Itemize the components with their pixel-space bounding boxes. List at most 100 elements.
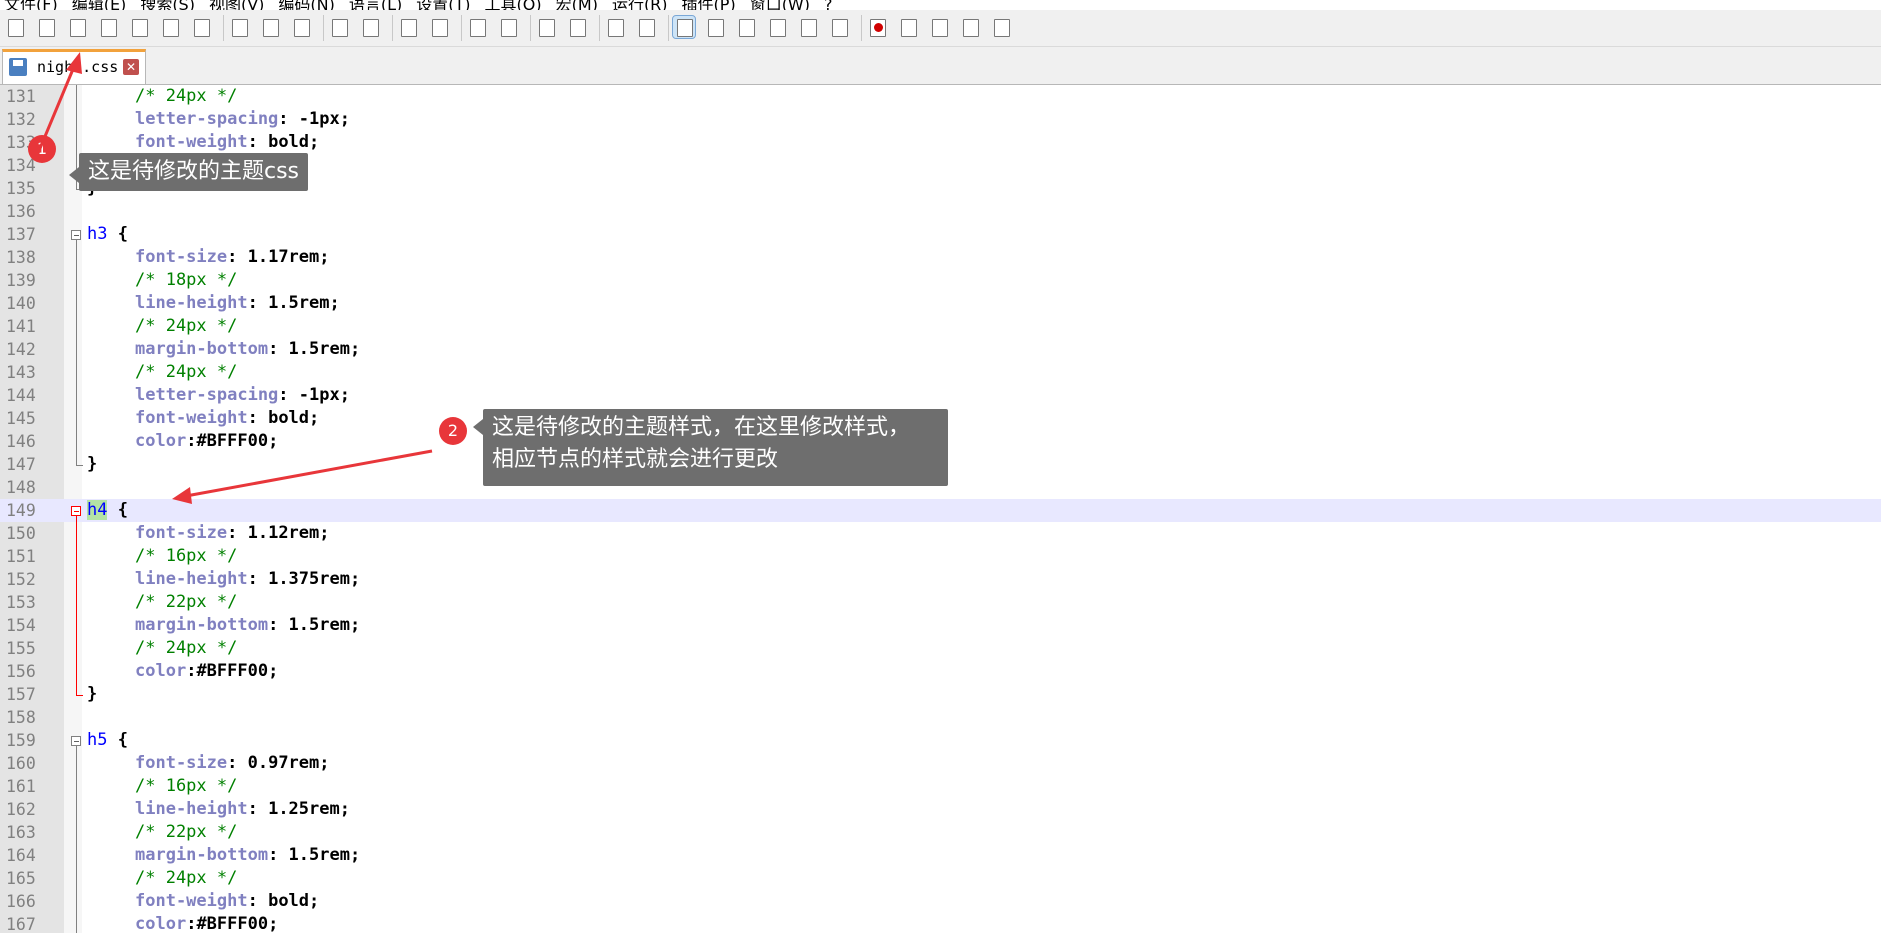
menu-item[interactable]: 运行(R) (612, 0, 668, 10)
folder-workspace-icon[interactable] (766, 16, 788, 38)
fold-toggle-icon[interactable] (71, 736, 81, 746)
code-line[interactable]: 155 /* 24px */ (0, 637, 1881, 660)
code-line[interactable]: 138 font-size: 1.17rem; (0, 246, 1881, 269)
code-line[interactable]: 167 color:#BFFF00; (0, 913, 1881, 933)
monitoring-icon[interactable] (828, 16, 850, 38)
close-icon[interactable]: ✕ (123, 59, 139, 75)
menu-item[interactable]: 设置(T) (416, 0, 470, 10)
zoom-in-icon[interactable] (466, 16, 488, 38)
code-line[interactable]: 161 /* 16px */ (0, 775, 1881, 798)
menu-item[interactable]: 编码(N) (278, 0, 334, 10)
menu-item[interactable]: 工具(O) (485, 0, 542, 10)
menu-item[interactable]: 宏(M) (556, 0, 598, 10)
code-line[interactable]: 153 /* 22px */ (0, 591, 1881, 614)
menu-item[interactable]: 插件(P) (682, 0, 736, 10)
print-icon[interactable] (190, 16, 212, 38)
code-line[interactable]: 162 line-height: 1.25rem; (0, 798, 1881, 821)
css-punctuation: ; (319, 523, 330, 543)
save-macro-icon[interactable] (990, 16, 1012, 38)
close-icon[interactable] (128, 16, 150, 38)
code-line[interactable]: 131 /* 24px */ (0, 85, 1881, 108)
code-line[interactable]: 163 /* 22px */ (0, 821, 1881, 844)
css-punctuation: ; (329, 293, 340, 313)
fold-toggle-icon[interactable] (71, 230, 81, 240)
code-line[interactable]: 133 font-weight: bold; (0, 131, 1881, 154)
menu-item[interactable]: 窗口(W) (750, 0, 810, 10)
menu-item[interactable]: 编辑(E) (72, 0, 127, 10)
line-number: 152 (6, 570, 36, 589)
css-punctuation: { (107, 730, 128, 750)
tab-night-css[interactable]: night.css ✕ (2, 49, 146, 84)
code-line[interactable]: 157} (0, 683, 1881, 706)
play-macro-icon[interactable] (928, 16, 950, 38)
close-all-icon[interactable] (159, 16, 181, 38)
css-punctuation: : (278, 385, 299, 405)
css-punctuation: ; (349, 339, 361, 359)
menu-item[interactable]: ? (824, 0, 833, 10)
word-wrap-icon[interactable] (604, 16, 626, 38)
code-line[interactable]: 159 h5 { (0, 729, 1881, 752)
replace-icon[interactable] (428, 16, 450, 38)
code-line[interactable]: 166 font-weight: bold; (0, 890, 1881, 913)
save-all-icon[interactable] (97, 16, 119, 38)
code-line[interactable]: 143 /* 24px */ (0, 361, 1881, 384)
code-line[interactable]: 149 h4 { (0, 499, 1881, 522)
code-line[interactable]: 136 (0, 200, 1881, 223)
doc-list-icon[interactable] (797, 16, 819, 38)
stop-macro-icon[interactable] (897, 16, 919, 38)
doc-map-icon[interactable] (704, 16, 726, 38)
undo-icon[interactable] (328, 16, 350, 38)
code-line[interactable]: 144 letter-spacing: -1px; (0, 384, 1881, 407)
show-all-chars-icon[interactable] (635, 16, 657, 38)
cut-icon[interactable] (228, 16, 250, 38)
print-icon-glyph (194, 19, 210, 37)
record-macro-icon[interactable] (866, 16, 888, 38)
save-icon[interactable] (66, 16, 88, 38)
code-line[interactable]: 139 /* 18px */ (0, 269, 1881, 292)
code-line[interactable]: 132 letter-spacing: -1px; (0, 108, 1881, 131)
indent-guide-icon[interactable] (672, 15, 696, 39)
css-value: -1px (298, 385, 340, 405)
menu-item[interactable]: 语言(L) (349, 0, 402, 10)
zoom-out-icon[interactable] (497, 16, 519, 38)
code-line[interactable]: 165 /* 24px */ (0, 867, 1881, 890)
line-number: 150 (6, 524, 36, 543)
code-line[interactable]: 164 margin-bottom: 1.5rem; (0, 844, 1881, 867)
css-value: #BFFF00 (196, 431, 269, 451)
sync-h-icon[interactable] (566, 16, 588, 38)
run-macro-multiple-icon[interactable] (959, 16, 981, 38)
code-line[interactable]: 142 margin-bottom: 1.5rem; (0, 338, 1881, 361)
redo-icon[interactable] (359, 16, 381, 38)
menu-item[interactable]: 搜索(S) (140, 0, 195, 10)
code-editor[interactable]: 131/* 24px */132 letter-spacing: -1px; 133… (0, 85, 1881, 933)
find-icon[interactable] (397, 16, 419, 38)
code-line[interactable]: 152 line-height: 1.375rem; (0, 568, 1881, 591)
function-list-icon[interactable] (735, 16, 757, 38)
code-line[interactable]: 154 margin-bottom: 1.5rem; (0, 614, 1881, 637)
css-value: 1.25rem (268, 799, 340, 819)
fold-toggle-icon[interactable] (71, 506, 81, 516)
css-property: margin-bottom (135, 615, 269, 635)
code-line[interactable]: 150 font-size: 1.12rem; (0, 522, 1881, 545)
code-line[interactable]: 156 color:#BFFF00; (0, 660, 1881, 683)
code-line[interactable]: 137 h3 { (0, 223, 1881, 246)
paste-icon[interactable] (290, 16, 312, 38)
code-line[interactable]: 140 line-height: 1.5rem; (0, 292, 1881, 315)
code-text: margin-bottom: 1.5rem; (135, 614, 360, 637)
new-file-icon[interactable] (4, 16, 26, 38)
code-line[interactable]: 141 /* 24px */ (0, 315, 1881, 338)
copy-icon[interactable] (259, 16, 281, 38)
code-line[interactable]: 151 /* 16px */ (0, 545, 1881, 568)
find-icon-glyph (401, 19, 417, 37)
sync-v-icon[interactable] (535, 16, 557, 38)
open-file-icon[interactable] (35, 16, 57, 38)
code-line[interactable]: 158 (0, 706, 1881, 729)
menu-item[interactable]: 文件(F) (4, 0, 58, 10)
menu-item[interactable]: 视图(V) (209, 0, 264, 10)
css-property: margin-bottom (135, 845, 269, 865)
code-line[interactable]: 160 font-size: 0.97rem; (0, 752, 1881, 775)
toolbar-separator (392, 15, 393, 41)
code-text: } (87, 453, 97, 476)
css-punctuation: ; (339, 799, 350, 819)
css-punctuation: : (268, 845, 289, 865)
